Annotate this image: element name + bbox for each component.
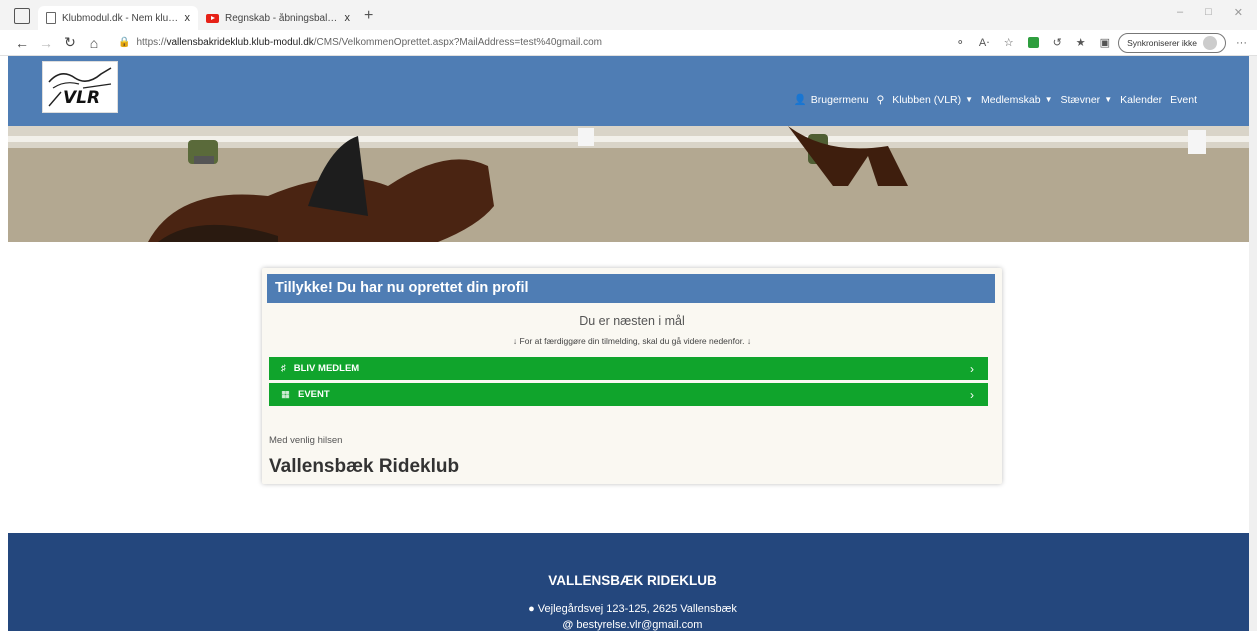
card-hint: ↓ For at færdiggøre din tilmelding, skal… bbox=[262, 336, 1002, 346]
youtube-icon bbox=[206, 13, 219, 23]
site-header: VLR 👤 Brugermenu ⚲ Klubben (VLR) ▼ Medle… bbox=[8, 56, 1257, 126]
close-window-icon[interactable]: ✕ bbox=[1234, 6, 1243, 19]
url-host: vallensbakrideklub.klub-modul.dk bbox=[166, 37, 314, 48]
browser-toolbar: ← → ↻ ⌂ 🔒 https://vallensbakrideklub.klu… bbox=[0, 30, 1257, 56]
menu-item-event[interactable]: Event bbox=[1170, 94, 1197, 106]
menu-item-klubben[interactable]: Klubben (VLR) ▼ bbox=[892, 94, 973, 106]
chevron-right-icon: › bbox=[970, 361, 974, 376]
regards-text: Med venlig hilsen bbox=[269, 435, 343, 446]
club-logo[interactable]: VLR bbox=[42, 61, 118, 113]
tab-close-icon[interactable]: x bbox=[345, 12, 351, 24]
lock-icon: 🔒 bbox=[118, 37, 131, 48]
menu-label: Klubben (VLR) bbox=[892, 93, 962, 106]
window-icon[interactable] bbox=[14, 8, 30, 24]
refresh-icon[interactable]: ↻ bbox=[58, 34, 82, 51]
footer-email-text[interactable]: bestyrelse.vlr@gmail.com bbox=[576, 619, 702, 631]
card-header: Tillykke! Du har nu oprettet din profil bbox=[267, 274, 995, 303]
arrow-down-icon: ↓ bbox=[512, 336, 518, 346]
chevron-right-icon: › bbox=[970, 387, 974, 402]
search-icon: ⚲ bbox=[876, 93, 885, 106]
hero-image bbox=[8, 126, 1257, 242]
minimize-icon[interactable]: – bbox=[1177, 6, 1183, 19]
card-hint-text: For at færdiggøre din tilmelding, skal d… bbox=[519, 336, 745, 346]
map-pin-icon: ● bbox=[528, 603, 535, 615]
forward-icon[interactable]: → bbox=[34, 35, 58, 51]
button-label: BLIV MEDLEM bbox=[293, 363, 360, 374]
main-menu: 👤 Brugermenu ⚲ Klubben (VLR) ▼ Medlemska… bbox=[793, 93, 1197, 107]
logo-text: VLR bbox=[63, 88, 101, 108]
new-tab-button[interactable]: + bbox=[364, 7, 373, 25]
card-subtitle: Du er næsten i mål bbox=[579, 314, 685, 328]
menu-item-staevner[interactable]: Stævner ▼ bbox=[1061, 94, 1113, 106]
welcome-card: Tillykke! Du har nu oprettet din profil … bbox=[262, 268, 1002, 484]
back-icon[interactable]: ← bbox=[10, 35, 34, 51]
users-icon: ♯ bbox=[281, 363, 286, 374]
browser-tabbar: Klubmodul.dk - Nem klubadmin x Regnskab … bbox=[0, 0, 1257, 30]
menu-item-kalender[interactable]: Kalender bbox=[1120, 94, 1162, 106]
more-icon[interactable]: ··· bbox=[1236, 37, 1247, 49]
toolbar-icons: ⚬ A‧ ☆ ↺ ★ ▣ bbox=[956, 36, 1110, 49]
footer-address-text: Vejlegårdsvej 123-125, 2625 Vallensbæk bbox=[537, 603, 737, 615]
menu-item-brugermenu[interactable]: 👤 Brugermenu bbox=[793, 93, 869, 107]
tab-title: Regnskab - åbningsbalance - Yo bbox=[225, 12, 339, 24]
footer-title: VALLENSBÆK RIDEKLUB bbox=[548, 573, 717, 588]
at-icon: @ bbox=[562, 619, 574, 631]
profile-sync-button[interactable]: Synkroniserer ikke bbox=[1118, 32, 1226, 53]
card-title: Tillykke! Du har nu oprettet din profil bbox=[275, 280, 529, 296]
chevron-down-icon: ▼ bbox=[965, 95, 974, 104]
menu-label: Medlemskab bbox=[981, 93, 1041, 106]
key-icon[interactable]: ⚬ bbox=[956, 36, 965, 49]
menu-item-search[interactable]: ⚲ bbox=[877, 94, 885, 106]
url-scheme: https:// bbox=[136, 37, 167, 48]
extension-c-icon[interactable]: ↺ bbox=[1053, 36, 1062, 49]
menu-label: Stævner bbox=[1060, 93, 1101, 106]
arrow-down-icon: ↓ bbox=[746, 336, 752, 346]
button-label: EVENT bbox=[297, 389, 330, 400]
event-button[interactable]: ▦ EVENT › bbox=[269, 383, 988, 406]
avatar bbox=[1203, 35, 1217, 50]
favorite-icon[interactable]: ☆ bbox=[1004, 36, 1014, 49]
user-icon: 👤 bbox=[793, 94, 807, 106]
sync-label: Synkroniserer ikke bbox=[1127, 37, 1197, 48]
address-bar[interactable]: 🔒 https://vallensbakrideklub.klub-modul.… bbox=[118, 37, 956, 48]
footer-address: ● Vejlegårdsvej 123-125, 2625 Vallensbæk bbox=[8, 603, 1257, 615]
extension-icon[interactable] bbox=[1027, 37, 1039, 48]
browser-tab[interactable]: Regnskab - åbningsbalance - Yo x bbox=[198, 6, 358, 30]
favorites-icon[interactable]: ★ bbox=[1076, 36, 1086, 49]
tab-close-icon[interactable]: x bbox=[185, 12, 191, 24]
chevron-down-icon: ▼ bbox=[1104, 95, 1113, 104]
chevron-down-icon: ▼ bbox=[1044, 95, 1053, 104]
site-footer: VALLENSBÆK RIDEKLUB ● Vejlegårdsvej 123-… bbox=[8, 533, 1257, 631]
browser-tab[interactable]: Klubmodul.dk - Nem klubadmin x bbox=[38, 6, 198, 30]
read-aloud-icon[interactable]: A‧ bbox=[979, 36, 990, 49]
collections-icon[interactable]: ▣ bbox=[1100, 36, 1110, 49]
home-icon[interactable]: ⌂ bbox=[82, 35, 106, 51]
bliv-medlem-button[interactable]: ♯ BLIV MEDLEM › bbox=[269, 357, 988, 380]
page-icon bbox=[46, 12, 56, 24]
restore-icon[interactable]: □ bbox=[1205, 6, 1212, 19]
calendar-icon: ▦ bbox=[281, 389, 290, 400]
menu-label: Brugermenu bbox=[810, 93, 869, 106]
tab-title: Klubmodul.dk - Nem klubadmin bbox=[62, 12, 179, 24]
menu-label: Kalender bbox=[1120, 93, 1163, 106]
url-path: /CMS/VelkommenOprettet.aspx?MailAddress=… bbox=[313, 37, 602, 48]
club-signature: Vallensbæk Rideklub bbox=[269, 456, 460, 477]
page-scrollbar[interactable] bbox=[1249, 56, 1257, 631]
window-controls: – □ ✕ bbox=[1177, 6, 1243, 19]
footer-email[interactable]: @ bestyrelse.vlr@gmail.com bbox=[8, 619, 1257, 631]
dressage-arena-illustration bbox=[8, 126, 1257, 242]
menu-item-medlemskab[interactable]: Medlemskab ▼ bbox=[981, 94, 1052, 106]
menu-label: Event bbox=[1170, 93, 1197, 106]
